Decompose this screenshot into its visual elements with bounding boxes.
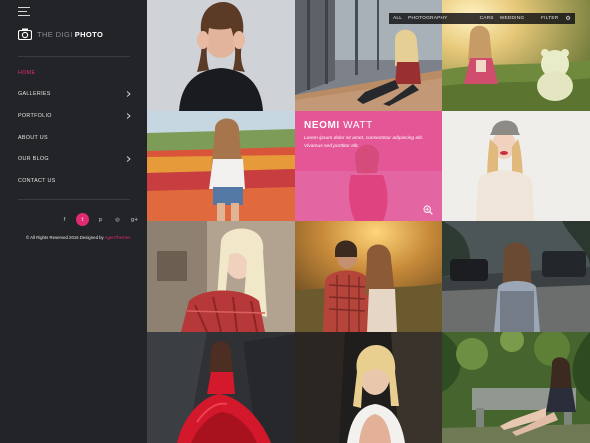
nav-item-contact-us[interactable]: CONTACT US xyxy=(18,170,132,192)
social-links: f t p ◎ g+ xyxy=(59,213,140,226)
main-nav: HOME GALLERIES PORTFOLIO ABOUT US OUR BL… xyxy=(18,62,132,192)
chevron-right-icon xyxy=(124,112,132,120)
gallery-photo[interactable] xyxy=(147,0,295,111)
logo-prefix: THE DIGI xyxy=(37,29,73,39)
nav-label: CONTACT US xyxy=(18,177,56,184)
copyright: © All Rights Reserved 2016 Designed by A… xyxy=(26,235,130,240)
site-logo[interactable]: THE DIGI PHOTO xyxy=(18,27,103,41)
gallery-photo[interactable] xyxy=(147,221,295,332)
gallery-photo[interactable] xyxy=(442,221,590,332)
zoom-in-icon[interactable] xyxy=(423,202,433,215)
filter-cars[interactable]: CARS xyxy=(480,16,494,21)
camera-icon xyxy=(18,28,32,40)
featured-portfolio-card[interactable]: NEOMI WATT Lorem ipsum dolor sit amet, c… xyxy=(295,111,443,221)
nav-label: ABOUT US xyxy=(18,134,48,141)
google-plus-icon[interactable]: g+ xyxy=(129,214,140,225)
nav-label: PORTFOLIO xyxy=(18,112,52,119)
filter-photography[interactable]: PHOTOGRAPHY xyxy=(408,16,447,21)
dribbble-icon[interactable]: ◎ xyxy=(112,214,123,225)
facebook-icon[interactable]: f xyxy=(59,214,70,225)
pinterest-icon[interactable]: p xyxy=(95,214,106,225)
sidebar: THE DIGI PHOTO HOME GALLERIES PORTFOLIO … xyxy=(0,0,147,443)
chevron-right-icon xyxy=(124,155,132,163)
gallery-photo[interactable] xyxy=(442,111,590,221)
nav-item-about-us[interactable]: ABOUT US xyxy=(18,127,132,149)
twitter-icon[interactable]: t xyxy=(76,213,89,226)
designer-link[interactable]: AgenThemes xyxy=(105,235,131,240)
photo-gallery: NEOMI WATT Lorem ipsum dolor sit amet, c… xyxy=(147,0,590,443)
filter-all[interactable]: ALL xyxy=(393,16,402,21)
featured-card-text: NEOMI WATT Lorem ipsum dolor sit amet, c… xyxy=(304,120,432,150)
divider xyxy=(18,56,130,57)
gallery-photo[interactable] xyxy=(295,221,442,332)
nav-item-home[interactable]: HOME xyxy=(18,62,132,84)
featured-title: NEOMI WATT xyxy=(304,120,432,131)
featured-title-last: WATT xyxy=(343,120,373,131)
gallery-photo[interactable] xyxy=(147,111,295,221)
gallery-photo[interactable] xyxy=(442,332,590,443)
gallery-photo[interactable] xyxy=(295,332,442,443)
portfolio-filter-bar: ALL PHOTOGRAPHY CARS WEDDING FILTER ⚙ xyxy=(389,13,575,24)
nav-label: HOME xyxy=(18,69,36,76)
nav-item-galleries[interactable]: GALLERIES xyxy=(18,84,132,106)
nav-label: GALLERIES xyxy=(18,91,51,98)
filter-wedding[interactable]: WEDDING xyxy=(500,16,525,21)
logo-name: PHOTO xyxy=(74,29,104,39)
filter-label[interactable]: FILTER xyxy=(541,16,558,21)
hamburger-menu-icon[interactable] xyxy=(18,7,30,16)
nav-item-portfolio[interactable]: PORTFOLIO xyxy=(18,105,132,127)
featured-description: Lorem ipsum dolor sit amet, consectetur … xyxy=(304,136,424,149)
featured-title-first: NEOMI xyxy=(304,120,340,131)
gallery-photo[interactable] xyxy=(147,332,295,443)
nav-item-our-blog[interactable]: OUR BLOG xyxy=(18,148,132,170)
divider xyxy=(18,199,130,200)
copyright-text: © All Rights Reserved 2016 Designed by xyxy=(26,235,104,240)
chevron-right-icon xyxy=(124,90,132,98)
nav-label: OUR BLOG xyxy=(18,156,49,163)
gear-icon[interactable]: ⚙ xyxy=(565,15,571,22)
